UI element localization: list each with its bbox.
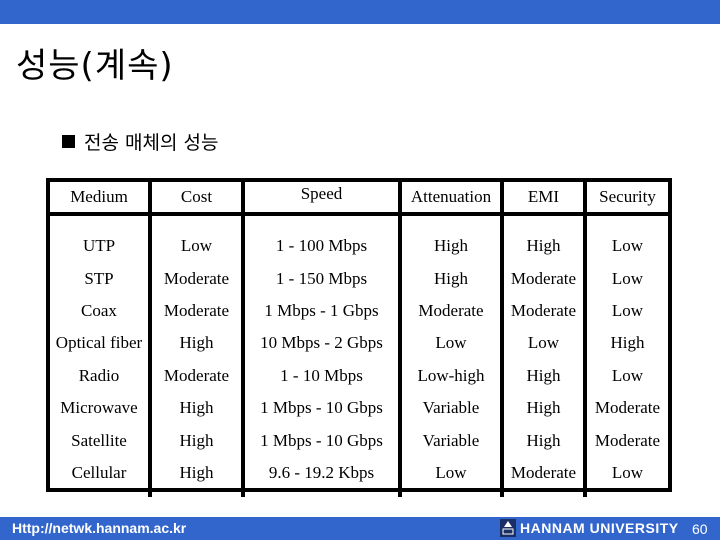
cell-security: Low <box>583 456 668 498</box>
cell-cost: Moderate <box>148 262 243 295</box>
table-row: Cellular High 9.6 - 19.2 Kbps Low Moderate Lo… <box>50 456 668 498</box>
cell-attenuation: Moderate <box>398 294 502 328</box>
cell-speed: 1 - 100 Mbps <box>241 214 400 263</box>
cell-security: Low <box>583 262 668 295</box>
university-name: HANNAM UNIVERSITY <box>520 520 679 536</box>
cell-medium: STP <box>84 268 114 288</box>
cell-medium: Coax <box>81 300 117 320</box>
subtitle-text: 전송 매체의 성능 <box>84 132 219 154</box>
cell-security: Moderate <box>583 391 668 425</box>
page-number: 60 <box>692 521 708 537</box>
cell-attenuation: Variable <box>398 424 502 457</box>
cell-medium: UTP <box>82 236 116 256</box>
subtitle: 전송 매체의 성능 <box>62 128 218 155</box>
footer-url-link[interactable]: Http://netwk.hannam.ac.kr <box>12 520 186 536</box>
cell-security: Moderate <box>583 424 668 457</box>
cell-security: High <box>583 327 668 360</box>
table-row: STP Moderate 1 - 150 Mbps High Moderate Low <box>50 262 668 295</box>
square-bullet-icon <box>62 135 75 148</box>
cell-security: Low <box>583 359 668 392</box>
cell-cost: High <box>148 456 243 498</box>
cell-medium: Satellite <box>71 430 127 450</box>
table-row: Coax Moderate 1 Mbps - 1 Gbps Moderate Moder… <box>50 294 668 328</box>
cell-emi: Low <box>500 327 585 360</box>
cell-cost: Low <box>148 214 243 263</box>
cell-attenuation: Low <box>398 456 502 498</box>
cell-attenuation: High <box>398 262 502 295</box>
cell-emi: Moderate <box>500 456 585 498</box>
cell-emi: Moderate <box>500 294 585 328</box>
cell-cost: Moderate <box>148 294 243 328</box>
cell-medium: Radio <box>78 365 120 385</box>
university-crest-icon <box>500 519 516 537</box>
cell-speed: 1 - 150 Mbps <box>241 262 400 295</box>
university-logo: HANNAM UNIVERSITY <box>500 519 679 537</box>
media-performance-table: Medium Cost Speed Attenuation EMI Securi… <box>46 178 672 498</box>
cell-cost: High <box>148 327 243 360</box>
cell-speed: 1 Mbps - 10 Gbps <box>241 391 400 425</box>
cell-cost: High <box>148 391 243 425</box>
cell-attenuation: Low-high <box>398 359 502 392</box>
cell-attenuation: Variable <box>398 391 502 425</box>
slide-title: 성능(계속) <box>16 46 174 86</box>
cell-medium: Cellular <box>71 462 127 482</box>
top-bar <box>0 0 720 24</box>
cell-security: Low <box>583 214 668 263</box>
header-medium: Medium <box>50 182 150 216</box>
cell-speed: 10 Mbps - 2 Gbps <box>241 327 400 360</box>
table-row: Satellite High 1 Mbps - 10 Gbps Variable Hig… <box>50 424 668 457</box>
table-row: Optical fiber High 10 Mbps - 2 Gbps Low Low H… <box>50 327 668 360</box>
cell-cost: Moderate <box>148 359 243 392</box>
header-attenuation: Attenuation <box>398 182 502 216</box>
cell-emi: High <box>500 214 585 263</box>
cell-speed: 1 Mbps - 1 Gbps <box>241 294 400 328</box>
header-security: Security <box>583 182 668 216</box>
header-emi: EMI <box>500 182 585 216</box>
table-row: Microwave High 1 Mbps - 10 Gbps Variable Hig… <box>50 391 668 425</box>
cell-emi: High <box>500 391 585 425</box>
footer-bar: Http://netwk.hannam.ac.kr HANNAM UNIVERS… <box>0 517 720 540</box>
cell-cost: High <box>148 424 243 457</box>
cell-emi: High <box>500 359 585 392</box>
header-cost: Cost <box>148 182 243 216</box>
table-row: UTP Low 1 - 100 Mbps High High Low <box>50 214 668 263</box>
table-header-row: Medium Cost Speed Attenuation EMI Securi… <box>50 182 668 216</box>
table-row: Radio Moderate 1 - 10 Mbps Low-high High Low <box>50 359 668 392</box>
header-speed: Speed <box>241 182 400 216</box>
cell-medium: Microwave <box>60 398 138 418</box>
cell-security: Low <box>583 294 668 328</box>
cell-attenuation: High <box>398 214 502 263</box>
cell-emi: High <box>500 424 585 457</box>
cell-emi: Moderate <box>500 262 585 295</box>
cell-speed: 9.6 - 19.2 Kbps <box>241 456 400 498</box>
cell-speed: 1 - 10 Mbps <box>241 359 400 392</box>
table: Medium Cost Speed Attenuation EMI Securi… <box>50 182 668 498</box>
cell-medium: Optical fiber <box>55 333 143 353</box>
cell-attenuation: Low <box>398 327 502 360</box>
cell-speed: 1 Mbps - 10 Gbps <box>241 424 400 457</box>
